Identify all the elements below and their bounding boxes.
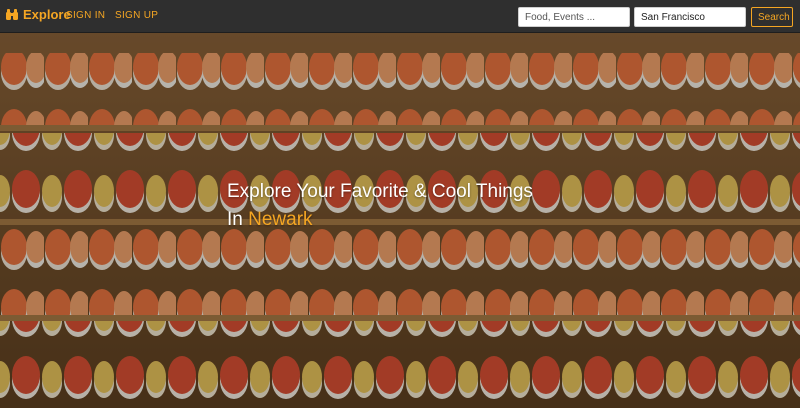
headline-city: Newark bbox=[248, 209, 313, 230]
binoculars-icon bbox=[6, 8, 18, 20]
headline-line2: In Newark bbox=[227, 206, 533, 234]
top-navbar: Explore SIGN IN SIGN UP Search bbox=[0, 0, 800, 33]
hero-section: Explore Your Favorite & Cool Things In N… bbox=[0, 33, 800, 408]
search-query-input[interactable] bbox=[518, 7, 630, 27]
location-input[interactable] bbox=[634, 7, 746, 27]
sign-up-link[interactable]: SIGN UP bbox=[115, 10, 158, 21]
brand-name: Explore bbox=[23, 7, 71, 22]
sign-in-link[interactable]: SIGN IN bbox=[66, 10, 105, 21]
search-button[interactable]: Search bbox=[751, 7, 793, 27]
headline-line1: Explore Your Favorite & Cool Things bbox=[227, 181, 533, 202]
brand-link[interactable]: Explore bbox=[5, 7, 71, 22]
hero-headline: Explore Your Favorite & Cool Things In N… bbox=[227, 178, 533, 234]
headline-in: In bbox=[227, 209, 243, 230]
